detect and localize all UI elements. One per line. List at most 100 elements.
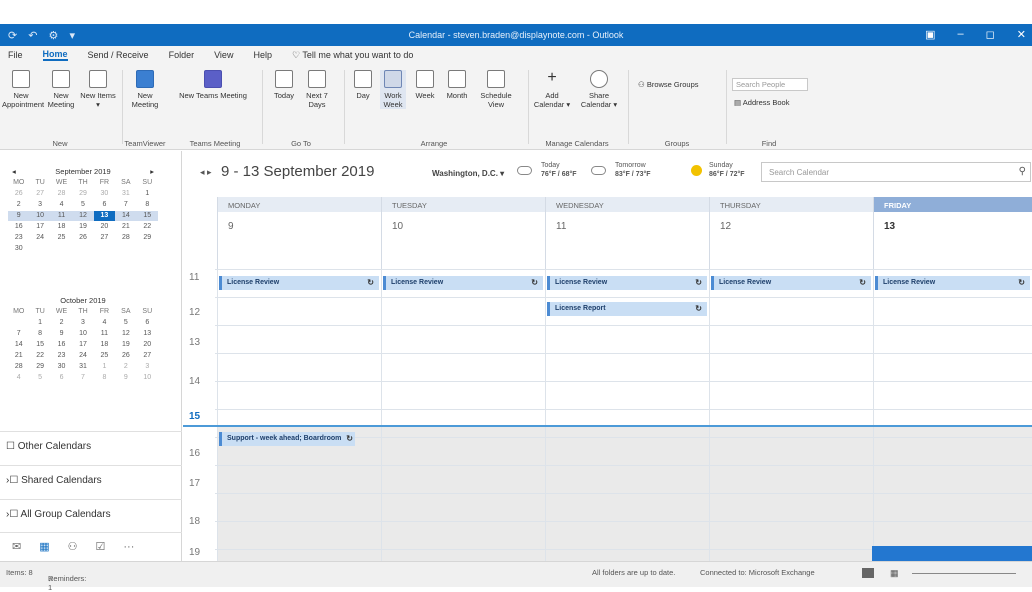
mini-calendar-day[interactable]: 25 [51, 233, 72, 243]
mini-calendar-day[interactable]: 15 [136, 211, 158, 221]
prev-month-icon[interactable]: ◂ [12, 167, 16, 178]
mini-calendar-day[interactable]: 4 [94, 318, 115, 328]
today-button[interactable]: Today [270, 70, 298, 100]
normal-view-icon[interactable] [862, 568, 874, 578]
ribbon-display-icon[interactable]: ▣ [925, 28, 935, 41]
mini-calendar-day[interactable]: 16 [8, 222, 29, 232]
mini-calendar-day[interactable]: 5 [29, 373, 50, 383]
menu-folder[interactable]: Folder [169, 50, 195, 60]
scroll-indicator[interactable] [872, 546, 1032, 561]
people-icon[interactable]: ⚇ [68, 540, 78, 553]
mini-calendar-day[interactable]: 8 [137, 200, 158, 210]
menu-view[interactable]: View [214, 50, 233, 60]
mini-calendar-day[interactable]: 15 [29, 340, 50, 350]
minimize-button[interactable]: – [958, 28, 964, 41]
mini-calendar-day[interactable]: 13 [93, 211, 116, 221]
mini-calendar-day[interactable]: 17 [29, 222, 50, 232]
next-month-icon[interactable]: ▸ [150, 167, 154, 178]
mini-calendar-day[interactable]: 6 [51, 373, 72, 383]
calendar-nav-icon[interactable]: ▦ [39, 540, 49, 553]
mini-calendar-day[interactable]: 4 [51, 200, 72, 210]
mini-calendar-day[interactable]: 20 [94, 222, 115, 232]
mini-calendar-day[interactable]: 26 [8, 189, 29, 199]
mini-calendar-day[interactable]: 7 [8, 329, 29, 339]
event-license-review-mon[interactable]: License Review ↻ [219, 276, 379, 290]
mini-calendar-day[interactable]: 16 [51, 340, 72, 350]
folder-shared-calendars[interactable]: ›☐ Shared Calendars [0, 465, 182, 491]
event-license-review-wed[interactable]: License Review ↻ [547, 276, 707, 290]
mini-calendar-day[interactable]: 30 [51, 362, 72, 372]
more-icon[interactable]: ··· [123, 541, 134, 553]
mini-calendar-day[interactable]: 10 [137, 373, 158, 383]
new-teams-meeting-button[interactable]: New Teams Meeting [178, 70, 248, 100]
mini-calendar-day[interactable]: 10 [72, 329, 93, 339]
mini-calendar-day[interactable]: 2 [51, 318, 72, 328]
menu-file[interactable]: File [8, 50, 23, 60]
menu-send-receive[interactable]: Send / Receive [88, 50, 149, 60]
mini-calendar-day[interactable]: 3 [72, 318, 93, 328]
mini-calendar-day[interactable]: 31 [115, 189, 136, 199]
menu-help[interactable]: Help [253, 50, 272, 60]
mini-calendar-day[interactable]: 27 [29, 189, 50, 199]
mini-calendar-day[interactable]: 22 [137, 222, 158, 232]
mini-calendar-day[interactable]: 23 [51, 351, 72, 361]
tasks-icon[interactable]: ☑ [96, 540, 106, 553]
week-view-button[interactable]: Week [412, 70, 438, 100]
mini-calendar-day[interactable]: 29 [72, 189, 93, 199]
mini-calendar-day[interactable]: 18 [94, 340, 115, 350]
mini-calendar-day[interactable]: 26 [72, 233, 93, 243]
next-7-days-button[interactable]: Next 7 Days [302, 70, 332, 109]
mini-calendar-day[interactable]: 4 [8, 373, 29, 383]
mini-calendar-day[interactable]: 28 [115, 233, 136, 243]
mini-calendar-day[interactable]: 28 [51, 189, 72, 199]
day-view-button[interactable]: Day [352, 70, 374, 100]
mini-calendar-day[interactable]: 13 [137, 329, 158, 339]
search-icon[interactable]: ⚲ [1019, 166, 1026, 177]
folder-other-calendars[interactable]: ☐ Other Calendars [0, 431, 182, 457]
mini-calendar-day[interactable]: 6 [94, 200, 115, 210]
work-week-view-button[interactable]: Work Week [380, 70, 406, 109]
mini-calendar-day[interactable]: 2 [8, 200, 29, 210]
day-header-wednesday[interactable]: WEDNESDAY 11 [545, 197, 709, 269]
mini-calendar-day[interactable]: 9 [51, 329, 72, 339]
event-support-week-ahead[interactable]: Support - week ahead; Boardroom ↻ [219, 432, 355, 446]
event-license-review-fri[interactable]: License Review ↻ [875, 276, 1030, 290]
mini-calendar-day[interactable]: 9 [115, 373, 136, 383]
add-calendar-button[interactable]: + Add Calendar ▾ [532, 70, 572, 110]
mini-calendar-day[interactable]: 1 [94, 362, 115, 372]
mini-calendar-day[interactable]: 1 [29, 318, 50, 328]
zoom-slider[interactable] [912, 573, 1016, 574]
mini-calendar-day[interactable]: 9 [8, 211, 30, 221]
mini-calendar-day[interactable]: 3 [137, 362, 158, 372]
share-calendar-button[interactable]: Share Calendar ▾ [576, 70, 622, 109]
mini-calendar-day[interactable]: 22 [29, 351, 50, 361]
mini-calendar-day[interactable]: 28 [8, 362, 29, 372]
mini-calendar-day[interactable]: 1 [137, 189, 158, 199]
mini-calendar-day[interactable]: 17 [72, 340, 93, 350]
mini-calendar-day[interactable]: 30 [8, 244, 29, 254]
mini-calendar-day[interactable]: 6 [137, 318, 158, 328]
event-license-review-tue[interactable]: License Review ↻ [383, 276, 543, 290]
mini-calendar-day[interactable]: 2 [115, 362, 136, 372]
new-meeting-button[interactable]: New Meeting [44, 70, 78, 109]
prev-next-arrows[interactable]: ◂ ▸ [200, 167, 212, 178]
mini-calendar-day[interactable]: 12 [72, 211, 94, 221]
location-selector[interactable]: Washington, D.C. ▾ [432, 169, 504, 178]
address-book-button[interactable]: ▤ Address Book [734, 98, 789, 107]
mini-calendar-day[interactable]: 30 [94, 189, 115, 199]
folder-group-calendars[interactable]: ›☐ All Group Calendars [0, 499, 182, 525]
month-view-button[interactable]: Month [442, 70, 472, 100]
mini-calendar-day[interactable]: 12 [115, 329, 136, 339]
mini-calendar-day[interactable]: 31 [72, 362, 93, 372]
mini-calendar-day[interactable]: 11 [50, 211, 73, 221]
mini-calendar-day[interactable]: 21 [115, 222, 136, 232]
mini-calendar-day[interactable]: 8 [29, 329, 50, 339]
schedule-view-button[interactable]: Schedule View [476, 70, 516, 109]
maximize-button[interactable]: ◻ [986, 28, 995, 41]
event-license-review-thu[interactable]: License Review ↻ [711, 276, 871, 290]
reading-view-icon[interactable]: ▦ [890, 568, 899, 579]
mini-calendar-day[interactable]: 24 [29, 233, 50, 243]
mini-calendar-day[interactable]: 21 [8, 351, 29, 361]
teamviewer-meeting-button[interactable]: New Meeting [128, 70, 162, 109]
day-header-thursday[interactable]: THURSDAY 12 [709, 197, 873, 269]
